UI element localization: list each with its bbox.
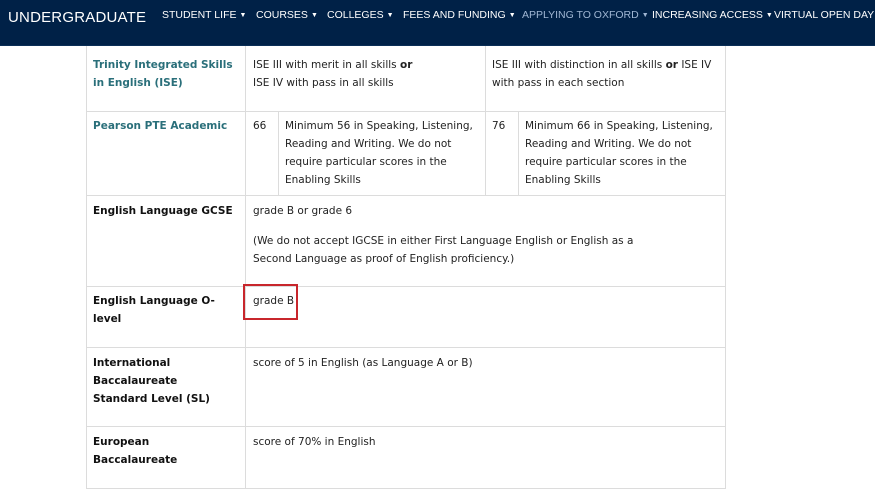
nav-item-label: VIRTUAL OPEN DAY [774, 9, 875, 21]
row-label-pearson-pte[interactable]: Pearson PTE Academic [93, 117, 227, 135]
pte-score-divider-1 [278, 111, 279, 195]
pte-score-merit: 66 [253, 120, 267, 132]
row-separator [86, 195, 726, 196]
pte-description-merit: Minimum 56 in Speaking, Listening, Readi… [285, 117, 473, 189]
label-line: Trinity Integrated Skills [93, 59, 233, 71]
description-line: require particular scores in the [285, 156, 447, 168]
trinity-distinction-requirement: ISE III with distinction in all skills o… [492, 56, 711, 92]
nav-item-label: COURSES [256, 9, 308, 21]
or-connector: or [399, 59, 413, 71]
nav-item-label: APPLYING TO OXFORD [522, 9, 639, 21]
chevron-down-icon: ▼ [386, 12, 394, 19]
requirement-line-2: with pass in each section [492, 77, 625, 89]
trinity-merit-requirement: ISE III with merit in all skills or ISE … [253, 56, 412, 92]
top-navigation-bar: UNDERGRADUATE STUDENT LIFE ▼ COURSES ▼ COL… [0, 0, 875, 46]
nav-item-virtual-open-day[interactable]: VIRTUAL OPEN DAY [774, 9, 874, 23]
nav-item-applying-to-oxford[interactable]: APPLYING TO OXFORD ▼ [522, 9, 649, 23]
description-line: Enabling Skills [525, 174, 601, 186]
chevron-down-icon: ▼ [508, 12, 516, 19]
chevron-down-icon: ▼ [765, 12, 773, 19]
note-line: (We do not accept IGCSE in either First … [253, 235, 634, 247]
row-separator [86, 111, 726, 112]
table-left-border [86, 46, 87, 489]
site-brand-undergraduate[interactable]: UNDERGRADUATE [8, 9, 146, 26]
label-line: Baccalaureate [93, 454, 178, 466]
description-line: require particular scores in the [525, 156, 687, 168]
requirement-text: ISE III with distinction in all skills [492, 59, 666, 71]
row-separator [86, 286, 726, 287]
highlight-box [243, 284, 298, 320]
chevron-down-icon: ▼ [310, 12, 318, 19]
requirement-text: ISE III with merit in all skills [253, 59, 400, 71]
grade-column-divider [485, 46, 486, 195]
row-label-trinity-ise[interactable]: Trinity Integrated Skills in English (IS… [93, 56, 233, 92]
label-line: European [93, 436, 150, 448]
requirement-text: ISE IV [677, 59, 712, 71]
description-line: Reading and Writing. We do not [285, 138, 452, 150]
nav-item-increasing-access[interactable]: INCREASING ACCESS ▼ [652, 9, 773, 23]
row-label-english-gcse: English Language GCSE [93, 205, 233, 217]
nav-item-label: FEES AND FUNDING [403, 9, 506, 21]
nav-item-fees-and-funding[interactable]: FEES AND FUNDING ▼ [403, 9, 516, 23]
pte-score-divider-2 [518, 111, 519, 195]
gcse-requirement: grade B or grade 6 [253, 205, 353, 217]
nav-item-courses[interactable]: COURSES ▼ [256, 9, 318, 23]
pte-score-distinction: 76 [492, 120, 506, 132]
table-bottom-border [86, 488, 726, 489]
nav-item-label: COLLEGES [327, 9, 384, 21]
requirement-line-1: ISE III with merit in all skills or [253, 56, 412, 74]
description-line: Minimum 66 in Speaking, Listening, [525, 120, 713, 132]
chevron-down-icon: ▼ [239, 12, 247, 19]
row-label-european-baccalaureate: European Baccalaureate [93, 433, 177, 469]
label-line: English Language O- [93, 295, 215, 307]
or-connector: or [665, 59, 678, 71]
label-line: Baccalaureate [93, 375, 178, 387]
eb-requirement: score of 70% in English [253, 436, 376, 448]
note-line: Second Language as proof of English prof… [253, 253, 515, 265]
label-line: level [93, 313, 122, 325]
requirement-line-1: ISE III with distinction in all skills o… [492, 56, 711, 74]
nav-item-label: INCREASING ACCESS [652, 9, 763, 21]
row-label-ib-standard-level: International Baccalaureate Standard Lev… [93, 354, 210, 408]
nav-item-label: STUDENT LIFE [162, 9, 237, 21]
requirement-line-2: ISE IV with pass in all skills [253, 77, 394, 89]
table-right-border [725, 46, 726, 489]
english-requirements-table: Trinity Integrated Skills in English (IS… [86, 46, 726, 489]
label-column-divider [245, 46, 246, 489]
row-separator [86, 347, 726, 348]
row-label-english-o-level: English Language O- level [93, 292, 215, 328]
nav-item-student-life[interactable]: STUDENT LIFE ▼ [162, 9, 246, 23]
ib-requirement: score of 5 in English (as Language A or … [253, 357, 473, 369]
label-line: Standard Level (SL) [93, 393, 210, 405]
pte-description-distinction: Minimum 66 in Speaking, Listening, Readi… [525, 117, 713, 189]
label-line: International [93, 357, 171, 369]
description-line: Enabling Skills [285, 174, 361, 186]
chevron-down-icon: ▼ [641, 12, 649, 19]
nav-item-colleges[interactable]: COLLEGES ▼ [327, 9, 394, 23]
row-separator [86, 426, 726, 427]
label-line: in English (ISE) [93, 77, 183, 89]
description-line: Reading and Writing. We do not [525, 138, 692, 150]
description-line: Minimum 56 in Speaking, Listening, [285, 120, 473, 132]
gcse-note: (We do not accept IGCSE in either First … [253, 232, 633, 268]
